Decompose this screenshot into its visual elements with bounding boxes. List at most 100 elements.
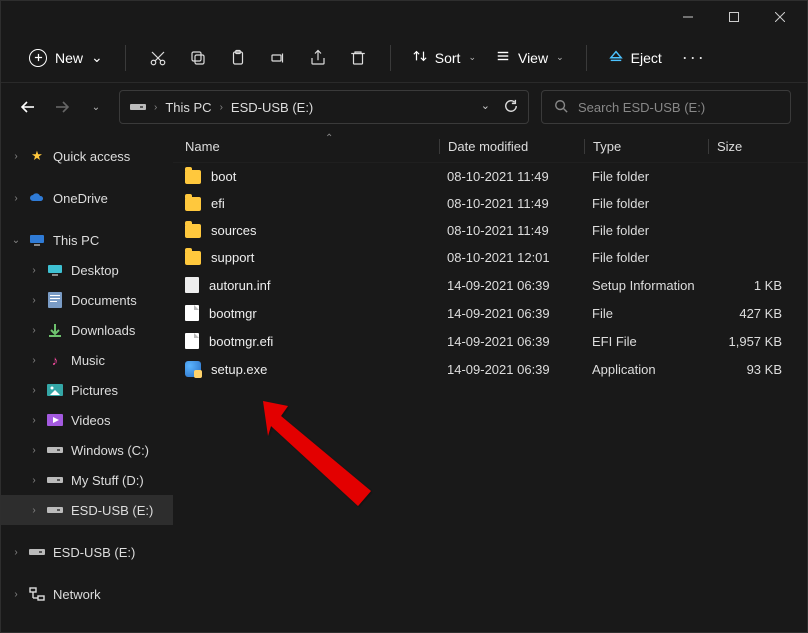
- header-date[interactable]: Date modified: [439, 139, 584, 154]
- more-button[interactable]: ···: [672, 41, 716, 74]
- sidebar-item[interactable]: ›★Quick access: [1, 141, 173, 171]
- sidebar-item[interactable]: › Network: [1, 579, 173, 609]
- breadcrumb[interactable]: This PC›: [165, 100, 223, 115]
- minimize-button[interactable]: [665, 1, 711, 33]
- toolbar: New ⌄ Sort ⌄ View ⌄ Eject ···: [1, 33, 807, 83]
- view-button[interactable]: View ⌄: [486, 43, 574, 72]
- sidebar-item[interactable]: › Videos: [1, 405, 173, 435]
- file-row[interactable]: boot 08-10-2021 11:49File folder: [173, 163, 807, 190]
- file-row[interactable]: bootmgr.efi14-09-2021 06:39EFI File1,957…: [173, 327, 807, 355]
- chevron-icon: ⌄: [11, 235, 21, 246]
- sidebar-item[interactable]: ›My Stuff (D:): [1, 465, 173, 495]
- chevron-icon: ›: [29, 385, 39, 396]
- sidebar-item[interactable]: ›Downloads: [1, 315, 173, 345]
- cut-button[interactable]: [138, 40, 178, 76]
- sort-button[interactable]: Sort ⌄: [403, 43, 486, 72]
- chevron-icon: ›: [29, 415, 39, 426]
- delete-button[interactable]: [338, 40, 378, 76]
- file-row[interactable]: support08-10-2021 12:01File folder: [173, 244, 807, 271]
- file-type: File folder: [584, 196, 708, 211]
- sidebar-item-label: Windows (C:): [71, 443, 149, 458]
- file-row[interactable]: ⚙autorun.inf14-09-2021 06:39Setup Inform…: [173, 271, 807, 299]
- sort-icon: [413, 49, 427, 66]
- file-date: 08-10-2021 11:49: [439, 223, 584, 238]
- column-headers: Name ⌃ Date modified Type Size: [173, 131, 807, 163]
- sidebar-item[interactable]: ›Desktop: [1, 255, 173, 285]
- sidebar-item[interactable]: › Windows (C:): [1, 435, 173, 465]
- chevron-icon: ›: [11, 151, 21, 162]
- sidebar-item[interactable]: ›OneDrive: [1, 183, 173, 213]
- drive-icon: [130, 100, 146, 115]
- file-date: 08-10-2021 12:01: [439, 250, 584, 265]
- search-icon: [554, 99, 568, 116]
- sidebar-item[interactable]: ›ESD-USB (E:): [1, 537, 173, 567]
- file-row[interactable]: setup.exe14-09-2021 06:39Application93 K…: [173, 355, 807, 383]
- file-name: sources: [211, 223, 257, 238]
- sidebar-item[interactable]: ›Pictures: [1, 375, 173, 405]
- content-pane: Name ⌃ Date modified Type Size boot 08-10…: [173, 131, 807, 632]
- chevron-right-icon: ›: [154, 102, 157, 113]
- file-size: 93 KB: [708, 362, 788, 377]
- maximize-button[interactable]: [711, 1, 757, 33]
- search-placeholder: Search ESD-USB (E:): [578, 100, 705, 115]
- sidebar-item-label: Documents: [71, 293, 137, 308]
- file-name: bootmgr.efi: [209, 334, 273, 349]
- sidebar-item[interactable]: › Documents: [1, 285, 173, 315]
- breadcrumb[interactable]: ESD-USB (E:): [231, 100, 313, 115]
- sidebar: ›★Quick access›OneDrive⌄This PC›Desktop›…: [1, 131, 173, 632]
- chevron-down-icon: ⌄: [468, 52, 476, 63]
- file-name: bootmgr: [209, 306, 257, 321]
- file-row[interactable]: sources08-10-2021 11:49File folder: [173, 217, 807, 244]
- back-button[interactable]: [17, 96, 39, 118]
- sidebar-item-label: Videos: [71, 413, 111, 428]
- rename-button[interactable]: [258, 40, 298, 76]
- forward-button[interactable]: [51, 96, 73, 118]
- search-input[interactable]: Search ESD-USB (E:): [541, 90, 791, 124]
- file-list: boot08-10-2021 11:49File folderefi08-10-…: [173, 163, 807, 383]
- file-date: 14-09-2021 06:39: [439, 362, 584, 377]
- file-type: File folder: [584, 169, 708, 184]
- separator: [390, 45, 391, 71]
- chevron-icon: ›: [29, 355, 39, 366]
- chevron-icon: ›: [11, 589, 21, 600]
- share-button[interactable]: [298, 40, 338, 76]
- chevron-icon: ›: [29, 295, 39, 306]
- refresh-button[interactable]: [504, 99, 518, 116]
- new-label: New: [55, 50, 83, 66]
- file-size: 1,957 KB: [708, 334, 788, 349]
- file-type: EFI File: [584, 334, 708, 349]
- sidebar-item[interactable]: ›ESD-USB (E:): [1, 495, 173, 525]
- chevron-icon: ›: [11, 193, 21, 204]
- header-type[interactable]: Type: [584, 139, 708, 154]
- chevron-icon: ›: [29, 265, 39, 276]
- chevron-down-icon: ⌄: [556, 52, 564, 63]
- eject-button[interactable]: Eject: [599, 43, 672, 72]
- sidebar-item-label: Network: [53, 587, 101, 602]
- eject-icon: [609, 49, 623, 66]
- file-row[interactable]: efi08-10-2021 11:49File folder: [173, 190, 807, 217]
- file-row[interactable]: bootmgr14-09-2021 06:39File427 KB: [173, 299, 807, 327]
- file-date: 08-10-2021 11:49: [439, 169, 584, 184]
- chevron-down-icon: ⌄: [91, 49, 103, 66]
- file-size: 427 KB: [708, 306, 788, 321]
- chevron-icon: ›: [29, 325, 39, 336]
- file-name: boot: [211, 169, 236, 184]
- copy-button[interactable]: [178, 40, 218, 76]
- navbar: ⌄ › This PC› ESD-USB (E:) ⌄ Search ESD-U…: [1, 83, 807, 131]
- address-bar[interactable]: › This PC› ESD-USB (E:) ⌄: [119, 90, 529, 124]
- chevron-down-icon[interactable]: ⌄: [481, 99, 490, 116]
- separator: [125, 45, 126, 71]
- chevron-icon: ›: [29, 445, 39, 456]
- file-type: Setup Information: [584, 278, 708, 293]
- paste-button[interactable]: [218, 40, 258, 76]
- sidebar-item-label: ESD-USB (E:): [53, 545, 135, 560]
- file-date: 08-10-2021 11:49: [439, 196, 584, 211]
- close-button[interactable]: [757, 1, 803, 33]
- file-name: setup.exe: [211, 362, 267, 377]
- header-size[interactable]: Size: [708, 139, 788, 154]
- sidebar-item[interactable]: ›♪Music: [1, 345, 173, 375]
- recent-button[interactable]: ⌄: [85, 96, 107, 118]
- header-name[interactable]: Name ⌃: [185, 139, 439, 154]
- new-button[interactable]: New ⌄: [19, 43, 113, 73]
- sidebar-item[interactable]: ⌄This PC: [1, 225, 173, 255]
